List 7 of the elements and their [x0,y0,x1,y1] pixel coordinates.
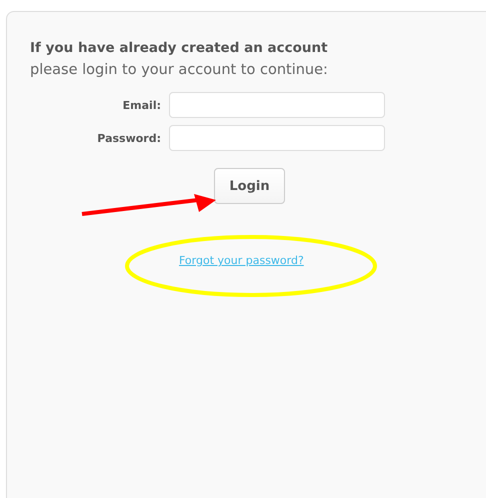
login-button[interactable]: Login [214,168,285,204]
field-label: Email: [122,98,162,112]
input-field[interactable] [169,92,385,118]
panel-subheading: please login to your account to continue: [30,62,329,78]
input-field[interactable] [169,125,385,151]
field-label: Password: [96,132,162,144]
panel-heading: If you have already created an account [30,40,329,56]
